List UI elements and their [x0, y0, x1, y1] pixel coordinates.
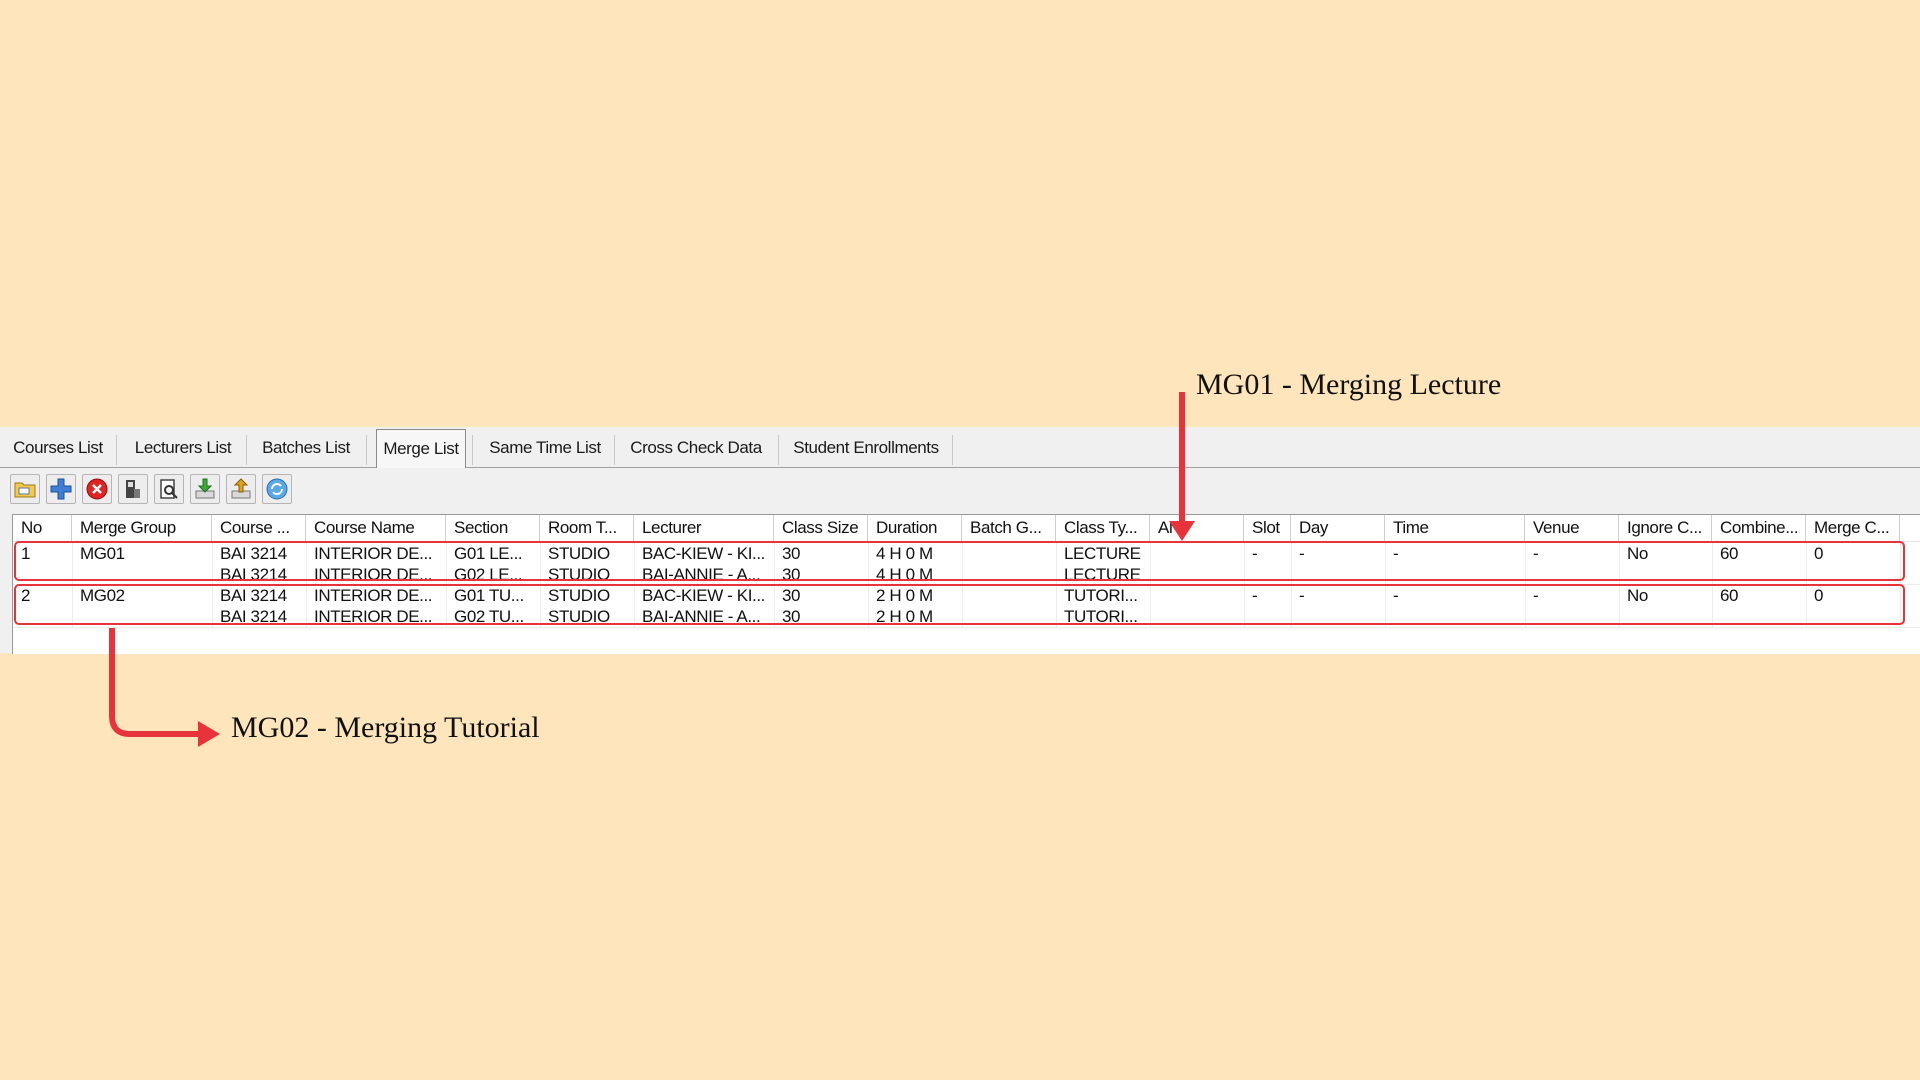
tab-same-time-list[interactable]: Same Time List [480, 433, 610, 463]
mg02-arrow-head-icon [198, 721, 220, 747]
col-header-lecturer[interactable]: Lecturer [634, 515, 774, 541]
col-header-course-name[interactable]: Course Name [306, 515, 446, 541]
tab-student-enrollments[interactable]: Student Enrollments [786, 433, 946, 463]
mg01-annotation: MG01 - Merging Lecture [1196, 368, 1502, 401]
mg02-annotation: MG02 - Merging Tutorial [231, 711, 540, 744]
delete-button[interactable] [82, 474, 112, 504]
col-header-room-type[interactable]: Room T... [540, 515, 634, 541]
col-header-allocated[interactable]: Al [1150, 515, 1244, 541]
col-header-ignore-clash[interactable]: Ignore C... [1619, 515, 1712, 541]
tab-separator [472, 435, 473, 465]
tab-separator [366, 435, 367, 465]
refresh-button[interactable] [262, 474, 292, 504]
refresh-icon [266, 478, 288, 500]
export-icon [231, 478, 251, 499]
col-header-slot[interactable]: Slot [1244, 515, 1291, 541]
col-header-course[interactable]: Course ... [212, 515, 306, 541]
tab-separator [778, 435, 779, 465]
col-header-time[interactable]: Time [1385, 515, 1525, 541]
col-header-merge-group[interactable]: Merge Group [72, 515, 212, 541]
tab-merge-list[interactable]: Merge List [376, 429, 466, 468]
col-header-batch-group[interactable]: Batch G... [962, 515, 1056, 541]
tab-separator [116, 435, 117, 465]
col-header-class-type[interactable]: Class Ty... [1056, 515, 1150, 541]
tab-batches-list[interactable]: Batches List [254, 433, 358, 463]
open-folder-icon [14, 482, 36, 498]
export-button[interactable] [226, 474, 256, 504]
filter-button[interactable] [118, 474, 148, 504]
tab-bar: Courses List Lecturers List Batches List… [0, 427, 1920, 468]
grid-line [13, 627, 1920, 628]
mg02-highlight-box [14, 584, 1905, 625]
add-icon [50, 478, 72, 500]
tab-cross-check-data[interactable]: Cross Check Data [622, 433, 770, 463]
tab-separator [246, 435, 247, 465]
add-button[interactable] [46, 474, 76, 504]
tab-separator [614, 435, 615, 465]
col-header-duration[interactable]: Duration [868, 515, 962, 541]
tab-lecturers-list[interactable]: Lecturers List [124, 433, 242, 463]
col-header-section[interactable]: Section [446, 515, 540, 541]
col-header-merge-count[interactable]: Merge C... [1806, 515, 1900, 541]
col-header-class-size[interactable]: Class Size [774, 515, 868, 541]
delete-icon [86, 478, 108, 500]
find-button[interactable] [154, 474, 184, 504]
find-icon [160, 479, 178, 499]
mg01-highlight-box [14, 541, 1905, 581]
open-button[interactable] [10, 474, 40, 504]
col-header-day[interactable]: Day [1291, 515, 1385, 541]
filter-icon [126, 480, 140, 498]
col-header-venue[interactable]: Venue [1525, 515, 1619, 541]
tab-separator [952, 435, 953, 465]
col-header-no[interactable]: No [13, 515, 72, 541]
tab-courses-list[interactable]: Courses List [6, 433, 110, 463]
import-icon [195, 478, 215, 499]
import-button[interactable] [190, 474, 220, 504]
col-header-combined[interactable]: Combine... [1712, 515, 1806, 541]
